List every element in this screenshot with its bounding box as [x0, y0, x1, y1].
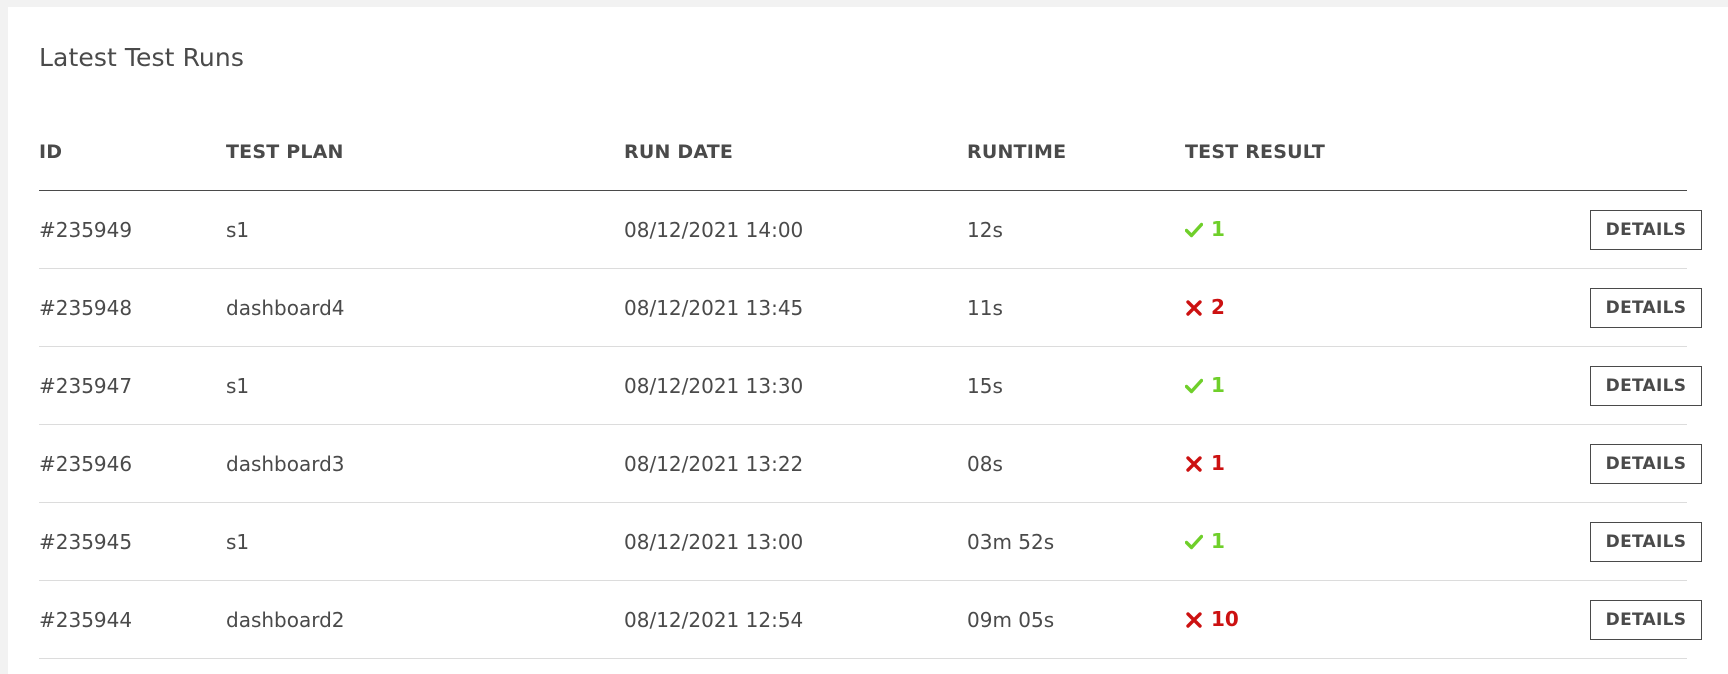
test-plan-name: s1	[226, 374, 250, 398]
run-date: 08/12/2021 12:54	[624, 608, 804, 632]
table-row: #235946 dashboard3 08/12/2021 13:22 08s 1 DET…	[39, 425, 1702, 503]
table-body: #235949 s1 08/12/2021 14:00 12s 1 DETAILS #235…	[39, 191, 1702, 659]
table-row: #235947 s1 08/12/2021 13:30 15s 1 DETAILS	[39, 347, 1702, 425]
runtime: 11s	[967, 296, 1003, 320]
test-result: 2	[1185, 295, 1225, 319]
details-button[interactable]: DETAILS	[1590, 210, 1702, 250]
column-header-test-result: TEST RESULT	[1185, 141, 1326, 163]
card-title: Latest Test Runs	[39, 43, 244, 72]
details-button[interactable]: DETAILS	[1590, 600, 1702, 640]
column-header-runtime: RUNTIME	[967, 141, 1067, 163]
result-count: 10	[1211, 607, 1239, 631]
details-button[interactable]: DETAILS	[1590, 366, 1702, 406]
runtime: 15s	[967, 374, 1003, 398]
run-id: #235949	[39, 218, 133, 242]
test-runs-card: Latest Test Runs ID TEST PLAN RUN DATE R…	[8, 7, 1728, 674]
test-result: 10	[1185, 607, 1239, 631]
test-result: 1	[1185, 451, 1225, 475]
cross-icon	[1185, 610, 1203, 628]
run-id: #235947	[39, 374, 133, 398]
cross-icon	[1185, 454, 1203, 472]
test-plan-name: s1	[226, 530, 250, 554]
details-button[interactable]: DETAILS	[1590, 444, 1702, 484]
check-icon	[1184, 532, 1204, 550]
run-id: #235946	[39, 452, 133, 476]
run-date: 08/12/2021 13:30	[624, 374, 804, 398]
result-count: 1	[1211, 373, 1225, 397]
runtime: 12s	[967, 218, 1003, 242]
column-header-id: ID	[39, 141, 63, 163]
table-header: ID TEST PLAN RUN DATE RUNTIME TEST RESUL…	[39, 105, 1687, 191]
details-button[interactable]: DETAILS	[1590, 522, 1702, 562]
details-button[interactable]: DETAILS	[1590, 288, 1702, 328]
run-date: 08/12/2021 13:22	[624, 452, 804, 476]
result-count: 1	[1211, 529, 1225, 553]
run-id: #235945	[39, 530, 133, 554]
test-plan-name: dashboard4	[226, 296, 345, 320]
result-count: 1	[1211, 217, 1225, 241]
test-result: 1	[1184, 217, 1225, 241]
check-icon	[1184, 220, 1204, 238]
test-result: 1	[1184, 529, 1225, 553]
test-plan-name: s1	[226, 218, 250, 242]
column-header-test-plan: TEST PLAN	[226, 141, 344, 163]
run-date: 08/12/2021 14:00	[624, 218, 804, 242]
table-row: #235944 dashboard2 08/12/2021 12:54 09m 05s…	[39, 581, 1702, 659]
table-row: #235945 s1 08/12/2021 13:00 03m 52s 1 DETAILS	[39, 503, 1702, 581]
result-count: 1	[1211, 451, 1225, 475]
run-id: #235944	[39, 608, 133, 632]
check-icon	[1184, 376, 1204, 394]
test-plan-name: dashboard3	[226, 452, 345, 476]
test-result: 1	[1184, 373, 1225, 397]
runtime: 09m 05s	[967, 608, 1055, 632]
run-date: 08/12/2021 13:45	[624, 296, 804, 320]
table-row: #235948 dashboard4 08/12/2021 13:45 11s 2 DET…	[39, 269, 1702, 347]
runtime: 08s	[967, 452, 1003, 476]
result-count: 2	[1211, 295, 1225, 319]
run-date: 08/12/2021 13:00	[624, 530, 804, 554]
runtime: 03m 52s	[967, 530, 1055, 554]
cross-icon	[1185, 298, 1203, 316]
run-id: #235948	[39, 296, 133, 320]
test-runs-table: ID TEST PLAN RUN DATE RUNTIME TEST RESUL…	[39, 105, 1702, 659]
test-plan-name: dashboard2	[226, 608, 345, 632]
column-header-run-date: RUN DATE	[624, 141, 734, 163]
table-row: #235949 s1 08/12/2021 14:00 12s 1 DETAILS	[39, 191, 1702, 269]
